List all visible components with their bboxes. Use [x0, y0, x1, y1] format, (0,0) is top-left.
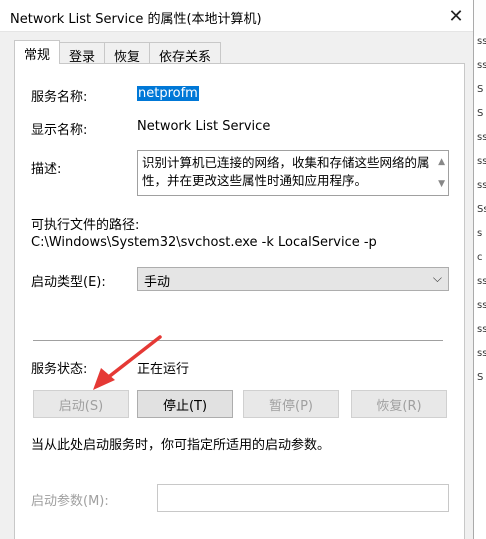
scroll-up-icon[interactable]: ▲ [438, 153, 445, 171]
scroll-down-icon[interactable]: ▼ [438, 175, 445, 193]
close-icon: ✕ [448, 5, 464, 27]
display-name-label: 显示名称: [31, 123, 88, 138]
path-value[interactable]: C:\Windows\System32\svchost.exe -k Local… [31, 235, 377, 250]
service-status-label: 服务状态: [31, 362, 88, 377]
description-label: 描述: [31, 162, 62, 177]
description-text: 识别计算机已连接的网络，收集和存储这些网络的属性，并在更改这些属性时通知应用程序… [142, 155, 430, 188]
description-box[interactable]: 识别计算机已连接的网络，收集和存储这些网络的属性，并在更改这些属性时通知应用程序… [137, 150, 449, 196]
pause-button[interactable]: 暂停(P) [243, 390, 339, 418]
service-name-value[interactable]: netprofm [137, 86, 199, 101]
startup-params-input[interactable] [157, 484, 449, 512]
tab-strip: 常规 登录 恢复 依存关系 [14, 40, 222, 65]
tab-general[interactable]: 常规 [14, 40, 61, 64]
window-title: Network List Service 的属性(本地计算机) [10, 12, 262, 27]
service-name-label: 服务名称: [31, 90, 88, 105]
stop-button[interactable]: 停止(T) [137, 390, 233, 418]
service-status-value: 正在运行 [137, 362, 190, 377]
startup-type-value: 手动 [144, 275, 171, 290]
section-divider [33, 340, 443, 341]
startup-type-label: 启动类型(E): [31, 275, 106, 290]
service-name-text[interactable]: netprofm [137, 86, 199, 101]
startup-type-select[interactable]: 手动 ⌵ [137, 267, 449, 291]
path-label: 可执行文件的路径: [31, 218, 140, 233]
tab-recovery[interactable]: 恢复 [104, 42, 151, 65]
resume-button[interactable]: 恢复(R) [351, 390, 447, 418]
close-button[interactable]: ✕ [439, 0, 473, 32]
tab-logon[interactable]: 登录 [59, 42, 106, 65]
start-button[interactable]: 启动(S) [33, 390, 129, 418]
tab-dependencies[interactable]: 依存关系 [149, 42, 222, 65]
chevron-down-icon: ⌵ [432, 271, 442, 285]
title-bar[interactable]: Network List Service 的属性(本地计算机) ✕ [0, 0, 473, 32]
startup-params-label: 启动参数(M): [31, 494, 109, 509]
startup-params-hint: 当从此处启动服务时，你可指定所适用的启动参数。 [31, 438, 331, 453]
display-name-value[interactable]: Network List Service [137, 119, 270, 134]
properties-dialog: Network List Service 的属性(本地计算机) ✕ 常规 登录 … [0, 0, 474, 539]
general-tab-panel: 服务名称: netprofm 显示名称: Network List Servic… [14, 63, 465, 539]
